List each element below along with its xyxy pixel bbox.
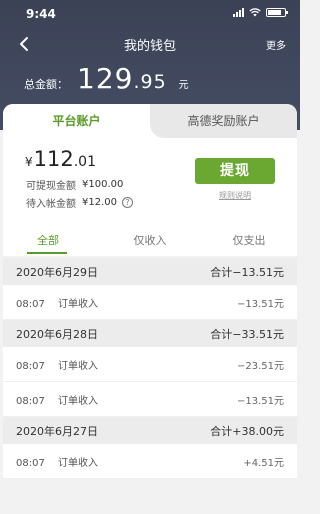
total-amount: 总金额： 129 .95 元 bbox=[24, 62, 189, 95]
status-icons bbox=[233, 8, 288, 17]
tab-platform-account[interactable]: 平台账户 bbox=[3, 104, 150, 138]
date-label: 2020年6月29日 bbox=[16, 265, 98, 279]
balance-decimal: .01 bbox=[73, 154, 96, 170]
date-header: 2020年6月28日 合计−33.51元 bbox=[3, 320, 297, 347]
transaction-time: 08:07 bbox=[16, 395, 45, 407]
battery-icon bbox=[266, 8, 288, 17]
withdraw-button[interactable]: 提现 bbox=[195, 158, 275, 184]
total-label: 总金额： bbox=[24, 78, 68, 91]
withdrawable-value: ¥100.00 bbox=[82, 179, 124, 190]
date-total: 合计−13.51元 bbox=[210, 265, 284, 279]
transaction-time: 08:07 bbox=[16, 360, 45, 372]
transaction-row[interactable]: 08:07 订单收入 −23.51元 bbox=[3, 347, 297, 382]
transaction-type: 订单收入 bbox=[58, 298, 99, 310]
account-card: 平台账户 高德奖励账户 ¥ 112 .01 可提现金额 ¥100.00 待入帐金… bbox=[3, 104, 297, 244]
withdrawable-amount: 可提现金额 ¥100.00 bbox=[26, 177, 123, 192]
transaction-row[interactable]: 08:07 订单收入 +4.51元 bbox=[3, 444, 297, 479]
transaction-list: 2020年6月29日 合计−13.51元 08:07 订单收入 −13.51元 … bbox=[3, 258, 297, 479]
transaction-type: 订单收入 bbox=[58, 457, 99, 469]
tab-all[interactable]: 全部 bbox=[3, 232, 93, 248]
active-tab-indicator bbox=[27, 252, 67, 254]
page-title: 我的钱包 bbox=[123, 39, 176, 54]
wifi-icon bbox=[249, 8, 261, 17]
date-label: 2020年6月28日 bbox=[16, 327, 98, 341]
transaction-row[interactable]: 08:07 订单收入 −13.51元 bbox=[3, 285, 297, 320]
pending-amount: 待入帐金额 ¥12.00 ? bbox=[26, 195, 133, 210]
status-bar: 9:44 bbox=[0, 0, 300, 26]
filter-tabs: 全部 仅收入 仅支出 bbox=[3, 226, 297, 256]
total-integer: 129 bbox=[77, 62, 134, 95]
transaction-type: 订单收入 bbox=[58, 395, 99, 407]
status-time: 9:44 bbox=[26, 7, 56, 21]
transaction-amount: −13.51元 bbox=[236, 298, 284, 310]
total-unit: 元 bbox=[178, 80, 189, 91]
transaction-amount: −13.51元 bbox=[236, 395, 284, 407]
signal-icon bbox=[233, 8, 244, 17]
date-header: 2020年6月27日 合计+38.00元 bbox=[3, 417, 297, 444]
withdrawable-label: 可提现金额 bbox=[26, 181, 76, 192]
transaction-row[interactable]: 08:07 订单收入 −13.51元 bbox=[3, 382, 297, 417]
pending-value: ¥12.00 bbox=[82, 197, 117, 208]
date-header: 2020年6月29日 合计−13.51元 bbox=[3, 258, 297, 285]
transaction-amount: +4.51元 bbox=[243, 457, 284, 469]
transaction-time: 08:07 bbox=[16, 298, 45, 310]
account-tabs: 平台账户 高德奖励账户 bbox=[3, 104, 297, 138]
date-total: 合计+38.00元 bbox=[210, 424, 284, 438]
tab-income-only[interactable]: 仅收入 bbox=[105, 232, 195, 248]
balance-currency: ¥ bbox=[25, 155, 33, 169]
nav-bar: 我的钱包 更多 bbox=[0, 30, 300, 58]
balance-integer: 112 bbox=[33, 147, 74, 171]
transaction-time: 08:07 bbox=[16, 457, 45, 469]
date-label: 2020年6月27日 bbox=[16, 424, 98, 438]
transaction-type: 订单收入 bbox=[58, 360, 99, 372]
help-icon[interactable]: ? bbox=[122, 197, 133, 208]
tab-reward-account[interactable]: 高德奖励账户 bbox=[150, 104, 297, 138]
date-total: 合计−33.51元 bbox=[210, 327, 284, 341]
rules-link[interactable]: 规则说明 bbox=[195, 190, 275, 201]
account-balance: ¥ 112 .01 bbox=[25, 147, 96, 171]
total-decimal: .95 bbox=[133, 71, 167, 93]
pending-label: 待入帐金额 bbox=[26, 199, 76, 210]
transaction-amount: −23.51元 bbox=[236, 360, 284, 372]
tab-expense-only[interactable]: 仅支出 bbox=[204, 232, 294, 248]
more-button[interactable]: 更多 bbox=[266, 37, 286, 52]
